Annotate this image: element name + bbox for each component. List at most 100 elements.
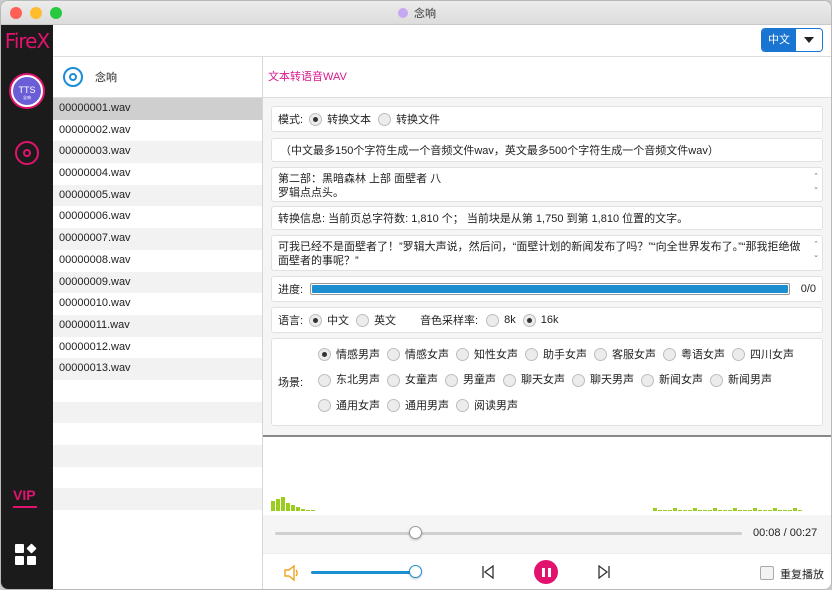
- apps-icon[interactable]: [15, 543, 37, 566]
- scene-option[interactable]: 阅读男声: [456, 395, 518, 417]
- file-list-item[interactable]: 00000007.wav: [53, 228, 262, 250]
- scene-option[interactable]: 聊天男声: [572, 369, 634, 391]
- mode-option-text[interactable]: 转换文本: [309, 111, 371, 127]
- scene-option[interactable]: 四川女声: [732, 344, 794, 366]
- scroll-arrows-icon[interactable]: ⌃ ⌄: [812, 171, 820, 193]
- scene-option-label: 知性女声: [474, 348, 518, 361]
- file-list-item[interactable]: 00000008.wav: [53, 250, 262, 272]
- repeat-checkbox[interactable]: [760, 566, 774, 580]
- tts-nav-button[interactable]: TTS 念响: [9, 73, 45, 109]
- waveform-bar: [788, 510, 792, 511]
- scene-option[interactable]: 情感男声: [318, 344, 380, 366]
- file-list-item[interactable]: 00000011.wav: [53, 314, 262, 337]
- language-dropdown[interactable]: 中文: [761, 28, 823, 52]
- scene-option[interactable]: 东北男声: [318, 369, 380, 391]
- language-option-zh[interactable]: 中文: [309, 312, 349, 328]
- waveform-bar: [311, 510, 315, 511]
- sample-rate-option-8k[interactable]: 8k: [486, 313, 516, 327]
- sample-rate-label: 音色采样率:: [420, 315, 479, 327]
- waveform-bar: [678, 510, 682, 511]
- close-window-button[interactable]: [10, 7, 22, 19]
- scene-option[interactable]: 通用女声: [318, 395, 380, 417]
- language-option-label: 英文: [374, 315, 397, 327]
- source-text-line: 第二部：黑暗森林 上部 面壁者 八: [278, 173, 442, 185]
- info-row: 转换信息: 当前页总字符数: 1,810 个； 当前块是从第 1,750 到第 …: [271, 206, 823, 230]
- radio-icon: [641, 373, 654, 387]
- scene-option-label: 阅读男声: [474, 399, 518, 412]
- scene-option[interactable]: 知性女声: [456, 344, 518, 366]
- volume-icon[interactable]: [283, 564, 301, 582]
- file-list-title: 念响: [95, 72, 117, 84]
- scroll-arrows-icon[interactable]: ⌃ ⌄: [812, 239, 820, 261]
- vip-button[interactable]: VIP: [13, 487, 36, 503]
- file-list-item[interactable]: 00000009.wav: [53, 271, 262, 294]
- file-list-item[interactable]: 00000005.wav: [53, 184, 262, 207]
- scene-option[interactable]: 粤语女声: [663, 344, 725, 366]
- scene-option[interactable]: 情感女声: [387, 344, 449, 366]
- settings-area: 模式: 转换文本 转换文件 （中文最多150个字符生成一个音频文件wav，英文最…: [263, 98, 831, 435]
- scene-option[interactable]: 聊天女声: [503, 369, 565, 391]
- minimize-window-button[interactable]: [30, 7, 42, 19]
- radio-icon: [456, 348, 469, 362]
- file-list-panel: 念响 00000001.wav 00000002.wav 00000003.wav 0…: [53, 57, 263, 589]
- current-text-line: 面壁者的事呢？”: [278, 255, 359, 267]
- source-text-area[interactable]: 第二部：黑暗森林 上部 面壁者 八 罗辑点点头。 ⌃ ⌄: [271, 167, 823, 202]
- waveform-bar: [301, 509, 305, 511]
- chevron-down-icon[interactable]: [796, 29, 822, 51]
- file-list-item[interactable]: 00000006.wav: [53, 206, 262, 228]
- file-list-item[interactable]: 00000004.wav: [53, 163, 262, 185]
- waveform-bar: [758, 510, 762, 511]
- previous-icon[interactable]: [481, 565, 495, 579]
- hint-row: （中文最多150个字符生成一个音频文件wav，英文最多500个字符生成一个音频文…: [271, 138, 823, 162]
- scene-option-label: 助手女声: [543, 348, 587, 361]
- app-logo: FireX: [1, 25, 53, 57]
- scene-option[interactable]: 女童声: [387, 369, 438, 391]
- next-icon[interactable]: [597, 565, 611, 579]
- tts-avatar-text: TTS: [18, 85, 36, 95]
- scene-option[interactable]: 客服女声: [594, 344, 656, 366]
- waveform-bar: [688, 510, 692, 511]
- waveform-bar: [291, 505, 295, 511]
- file-list-item[interactable]: 00000013.wav: [53, 358, 262, 380]
- seek-handle[interactable]: [409, 526, 423, 539]
- radio-icon: [318, 348, 331, 362]
- file-list-item[interactable]: 00000003.wav: [53, 141, 262, 164]
- waveform-bar: [281, 497, 285, 511]
- pause-button[interactable]: [534, 560, 558, 584]
- mode-option-label: 转换文本: [327, 114, 372, 126]
- scene-option-label: 通用男声: [405, 399, 449, 412]
- progress-fill: [312, 285, 788, 293]
- mode-option-file[interactable]: 转换文件: [378, 111, 440, 127]
- scene-option-label: 情感女声: [405, 348, 449, 361]
- disc-icon[interactable]: [15, 141, 39, 165]
- seek-track[interactable]: [275, 532, 742, 535]
- file-list-item[interactable]: 00000012.wav: [53, 337, 262, 359]
- current-text-area[interactable]: 可我已经不是面壁者了！”罗辑大声说，然后问，“面壁计划的新闻发布了吗？”“向全世…: [271, 235, 823, 271]
- volume-handle[interactable]: [409, 565, 422, 578]
- source-text-line: 罗辑点点头。: [278, 187, 344, 199]
- scene-option[interactable]: 通用男声: [387, 395, 449, 417]
- waveform-bar: [673, 508, 677, 511]
- sample-rate-option-16k[interactable]: 16k: [522, 313, 559, 327]
- zoom-window-button[interactable]: [50, 7, 62, 19]
- waveform-bar: [778, 510, 782, 511]
- scene-option[interactable]: 助手女声: [525, 344, 587, 366]
- language-option-en[interactable]: 英文: [356, 312, 396, 328]
- radio-icon: [387, 373, 400, 387]
- radio-icon: [318, 373, 331, 387]
- scene-option[interactable]: 男童声: [445, 369, 496, 391]
- file-list-item[interactable]: 00000001.wav: [53, 98, 262, 120]
- scene-option-row: 通用女声 通用男声 阅读男声: [318, 395, 801, 421]
- scene-option[interactable]: 新闻男声: [710, 369, 772, 391]
- scene-option[interactable]: 新闻女声: [641, 369, 703, 391]
- file-list-item[interactable]: 00000010.wav: [53, 293, 262, 315]
- file-list-item[interactable]: 00000002.wav: [53, 120, 262, 142]
- scene-option-label: 粤语女声: [681, 348, 725, 361]
- progress-row: 进度: 0/0: [271, 276, 823, 302]
- progress-label: 进度:: [278, 284, 304, 296]
- disc-icon: [63, 67, 83, 87]
- title-bar: 念响: [1, 1, 831, 25]
- empty-row: [53, 401, 262, 424]
- scene-option-label: 聊天男声: [590, 374, 634, 387]
- current-time: 00:08: [753, 527, 781, 539]
